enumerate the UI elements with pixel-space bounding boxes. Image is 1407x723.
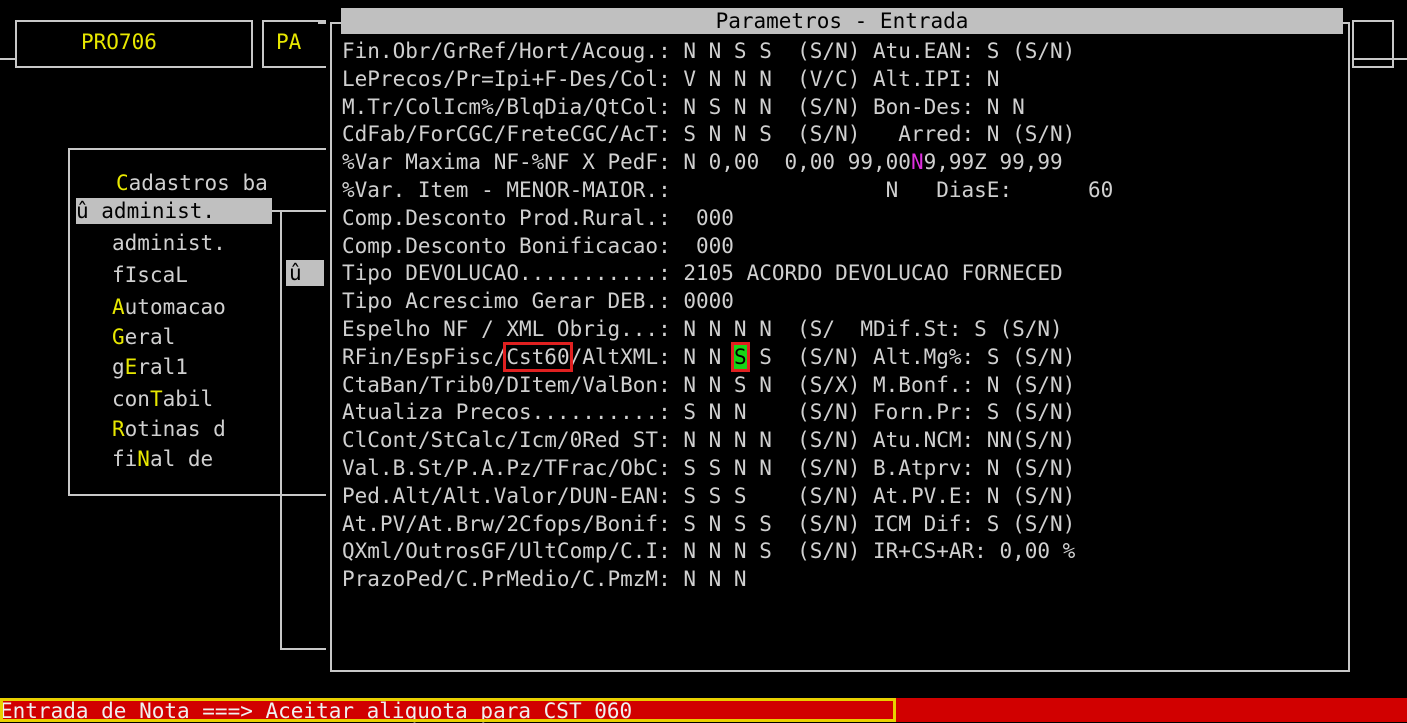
menu-item-geral[interactable]: Geral xyxy=(112,324,175,350)
parameter-row[interactable]: Comp.Desconto Bonificacao: 000 xyxy=(342,233,1113,261)
parameter-row[interactable]: CtaBan/Trib0/DItem/ValBon: N N S N (S/X)… xyxy=(342,372,1113,400)
program-code-box: PRO706 xyxy=(15,20,253,68)
cst60-label-highlight: Cst60 xyxy=(503,341,573,372)
status-annotation-box xyxy=(0,698,896,722)
menu-item-final[interactable]: fiNal de xyxy=(112,446,213,472)
menu-item-administ[interactable]: administ. xyxy=(112,230,226,256)
menu-item-fiscal[interactable]: fIscaL xyxy=(112,262,188,288)
parameter-row[interactable]: Fin.Obr/GrRef/Hort/Acoug.: N N S S (S/N)… xyxy=(342,38,1113,66)
dialog-title: Parametros - Entrada xyxy=(341,8,1343,34)
parameter-row[interactable]: PrazoPed/C.PrMedio/C.PmzM: N N N xyxy=(342,566,1113,594)
right-header-box xyxy=(1352,20,1394,68)
menu-title: Cadastros ba xyxy=(116,171,268,195)
parameter-row[interactable]: Espelho NF / XML Obrig...: N N N N (S/ M… xyxy=(342,316,1113,344)
parameter-row[interactable]: M.Tr/ColIcm%/BlqDia/QtCol: N S N N (S/N)… xyxy=(342,94,1113,122)
parameter-row[interactable]: Tipo DEVOLUCAO...........: 2105 ACORDO D… xyxy=(342,260,1113,288)
parameter-rows: Fin.Obr/GrRef/Hort/Acoug.: N N S S (S/N)… xyxy=(342,38,1113,594)
dialog-outer-line xyxy=(318,22,326,24)
parameter-row[interactable]: QXml/OutrosGF/UltComp/C.I: N N N S (S/N)… xyxy=(342,538,1113,566)
parameter-row[interactable]: Atualiza Precos..........: S N N (S/N) F… xyxy=(342,399,1113,427)
menu-item-contabil[interactable]: conTabil xyxy=(112,386,213,412)
parameter-row[interactable]: %Var. Item - MENOR-MAIOR.: N DiasE: 60 xyxy=(342,177,1113,205)
parameter-row[interactable]: Val.B.St/P.A.Pz/TFrac/ObC: S S N N (S/N)… xyxy=(342,455,1113,483)
cst60-value-cursor[interactable]: S xyxy=(731,341,750,372)
highlight-flag: N xyxy=(910,150,924,175)
menu-item-rotinas[interactable]: Rotinas d xyxy=(112,416,226,442)
parameter-row[interactable]: RFin/EspFisc/Cst60/AltXML: N N S S (S/N)… xyxy=(342,341,1113,372)
parameter-row[interactable]: At.PV/At.Brw/2Cfops/Bonif: S N S S (S/N)… xyxy=(342,511,1113,539)
submenu-item-selected[interactable]: û xyxy=(286,260,324,286)
parameter-row[interactable]: ClCont/StCalc/Icm/0Red ST: N N N N (S/N)… xyxy=(342,427,1113,455)
menu-item-selected[interactable]: û administ. xyxy=(76,198,272,224)
parameter-row[interactable]: %Var Maxima NF-%NF X PedF: N 0,00 0,00 9… xyxy=(342,149,1113,177)
header-line-right xyxy=(1352,58,1407,60)
parameter-row[interactable]: Comp.Desconto Prod.Rural.: 000 xyxy=(342,205,1113,233)
header-line-left xyxy=(0,58,15,60)
parameter-row[interactable]: CdFab/ForCGC/FreteCGC/AcT: S N N S (S/N)… xyxy=(342,121,1113,149)
second-header-label: PA xyxy=(276,30,302,54)
parameter-row[interactable]: Ped.Alt/Alt.Valor/DUN-EAN: S S S (S/N) A… xyxy=(342,483,1113,511)
parameter-row[interactable]: LePrecos/Pr=Ipi+F-Des/Col: V N N N (V/C)… xyxy=(342,66,1113,94)
menu-item-geral1[interactable]: gEral1 xyxy=(112,354,188,380)
program-code: PRO706 xyxy=(81,30,157,54)
menu-item-automacao[interactable]: Automacao xyxy=(112,294,226,320)
parameter-row[interactable]: Tipo Acrescimo Gerar DEB.: 0000 xyxy=(342,288,1113,316)
